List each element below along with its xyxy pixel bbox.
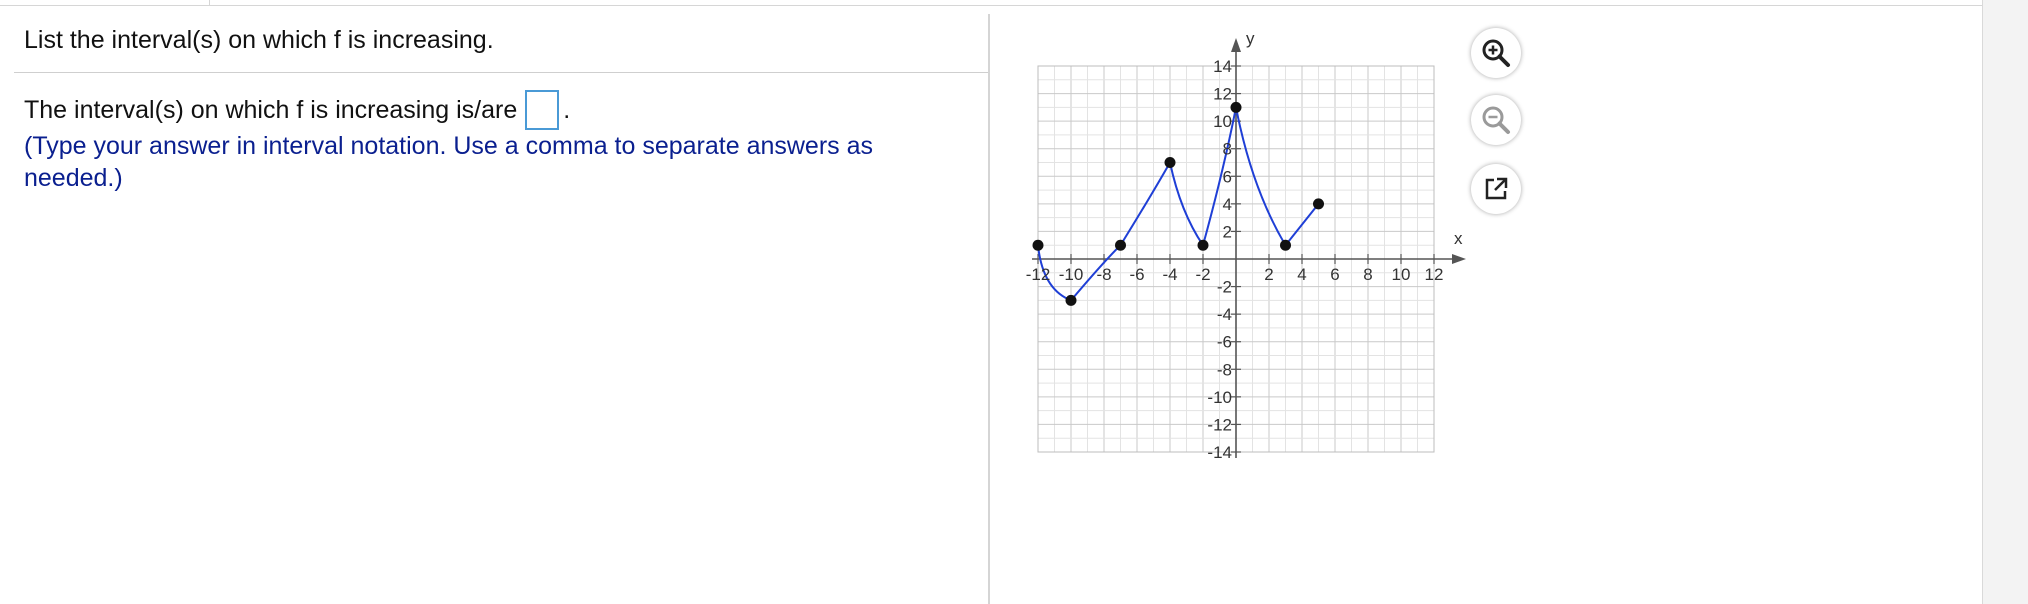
y-tick-label: 10 — [1213, 112, 1232, 131]
x-tick-label: 6 — [1330, 265, 1339, 284]
x-tick-label: 4 — [1297, 265, 1306, 284]
y-tick-label: -4 — [1217, 305, 1232, 324]
x-tick-label: -6 — [1129, 265, 1144, 284]
zoom-in-icon — [1482, 39, 1510, 67]
y-tick-label: 4 — [1223, 195, 1232, 214]
x-axis-arrow — [1452, 254, 1466, 264]
panel-divider — [988, 14, 990, 604]
answer-instruction: (Type your answer in interval notation. … — [24, 132, 874, 192]
x-tick-label: 2 — [1264, 265, 1273, 284]
y-tick-label: 2 — [1223, 222, 1232, 241]
y-tick-label: -8 — [1217, 360, 1232, 379]
zoom-out-button[interactable] — [1471, 95, 1521, 145]
x-tick-label: -4 — [1162, 265, 1177, 284]
question-prompt: List the interval(s) on which f is incre… — [24, 26, 494, 54]
popout-button[interactable] — [1471, 164, 1521, 214]
y-tick-label: 12 — [1213, 85, 1232, 104]
popout-icon — [1485, 177, 1508, 200]
curve-point — [1313, 198, 1324, 210]
y-tick-label: -2 — [1217, 278, 1232, 297]
question-separator — [14, 72, 988, 73]
curve-point — [1115, 239, 1126, 251]
x-tick-label: -2 — [1195, 265, 1210, 284]
scrollbar-track[interactable] — [1982, 0, 2028, 604]
curve-point — [1032, 239, 1044, 251]
x-axis-label: x — [1454, 229, 1463, 248]
y-tick-label: -6 — [1217, 333, 1232, 352]
y-tick-label: 8 — [1223, 140, 1232, 159]
answer-input[interactable] — [525, 90, 560, 130]
answer-period: . — [563, 95, 571, 124]
answer-line: The interval(s) on which f is increasing… — [24, 90, 570, 130]
y-axis-label: y — [1246, 29, 1255, 48]
x-tick-label: -12 — [1026, 265, 1051, 284]
curve-point — [1065, 294, 1077, 306]
x-tick-label: -10 — [1059, 265, 1084, 284]
x-tick-label: 12 — [1425, 265, 1444, 284]
function-graph: -12 -10 -8 -6 -4 -2 2 4 6 8 10 12 14 12 10 8 6 4 2 -2 -4 -6 -8… — [1026, 29, 1466, 462]
curve-point — [1164, 157, 1176, 168]
top-border — [0, 0, 1982, 6]
zoom-out-icon — [1482, 106, 1510, 134]
x-tick-label: 10 — [1392, 265, 1411, 284]
y-tick-label: -14 — [1207, 443, 1232, 462]
curve-point — [1197, 239, 1209, 251]
x-tick-label: -8 — [1096, 265, 1111, 284]
y-tick-label: 14 — [1213, 57, 1232, 76]
y-tick-label: 6 — [1223, 167, 1232, 186]
curve-point — [1230, 101, 1242, 113]
curve-point — [1280, 239, 1291, 251]
zoom-in-button[interactable] — [1471, 28, 1521, 78]
y-axis-arrow — [1231, 38, 1241, 52]
top-divider-tick — [209, 0, 210, 5]
y-tick-label: -12 — [1207, 415, 1232, 434]
answer-lead-text: The interval(s) on which f is increasing… — [24, 95, 518, 124]
y-tick-label: -10 — [1207, 388, 1232, 407]
x-tick-label: 8 — [1363, 265, 1372, 284]
